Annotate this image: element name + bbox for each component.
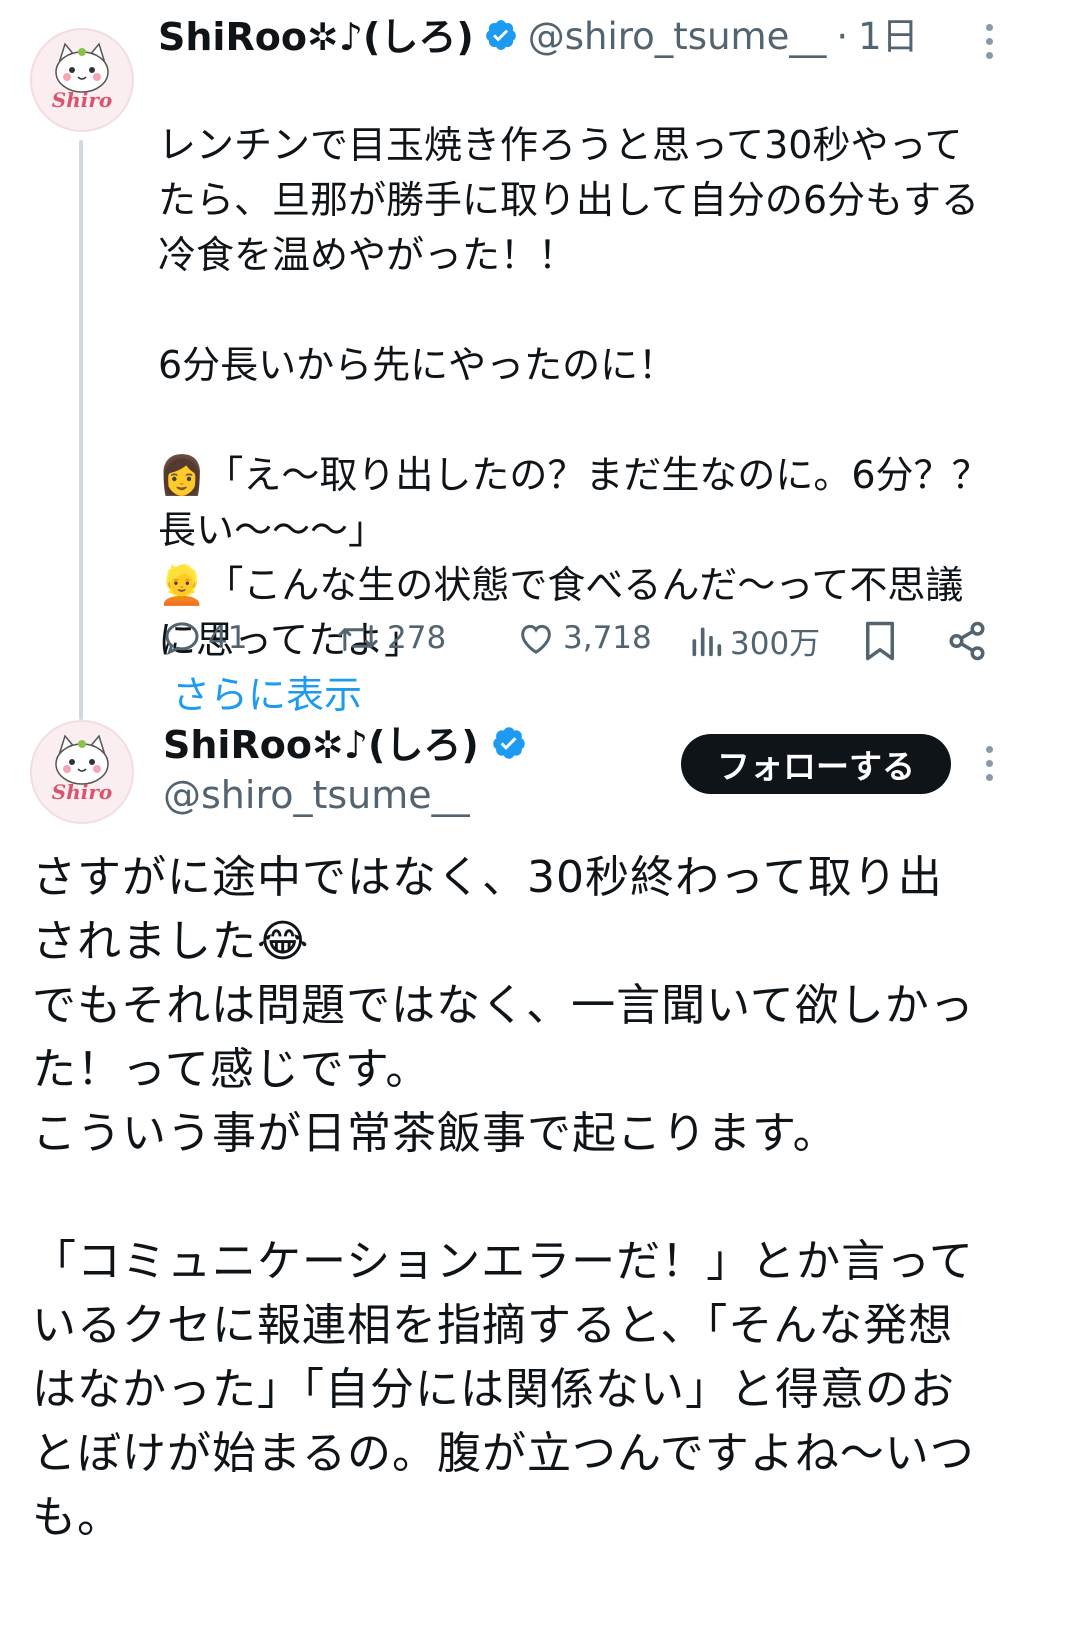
display-name[interactable]: ShiRoo✲♪(しろ) — [158, 14, 474, 60]
share-icon — [949, 621, 985, 661]
cat-avatar-icon — [34, 32, 130, 128]
more-icon[interactable] — [986, 24, 993, 59]
repost-button[interactable]: 278 — [335, 618, 446, 658]
cat-avatar-icon — [34, 724, 130, 820]
display-name[interactable]: ShiRoo✲♪(しろ) — [163, 722, 479, 768]
bookmark-button[interactable] — [862, 620, 898, 666]
more-icon[interactable] — [986, 746, 993, 781]
verified-icon — [491, 725, 527, 765]
avatar[interactable]: Shiro — [30, 720, 134, 824]
like-count: 3,718 — [563, 620, 652, 656]
avatar[interactable]: Shiro — [30, 28, 134, 132]
reply-button[interactable]: 41 — [162, 618, 247, 658]
handle[interactable]: @shiro_tsume__ — [528, 14, 827, 60]
tweet1-header: ShiRoo✲♪(しろ) @shiro_tsume__ · 1日 — [158, 14, 919, 60]
repost-icon — [338, 625, 378, 651]
avatar-label: Shiro — [51, 780, 113, 804]
follow-button[interactable]: フォローする — [681, 734, 951, 794]
like-icon — [521, 624, 551, 654]
tweet2-text: さすがに途中ではなく、30秒終わって取り出 されました😂 でもそれは問題ではなく… — [32, 852, 975, 1543]
tweet2-name-row: ShiRoo✲♪(しろ) — [163, 722, 527, 768]
tweet1-text: レンチンで目玉焼き作ろうと思って30秒やって たら、旦那が勝手に取り出して自分の… — [158, 123, 990, 662]
avatar-label: Shiro — [51, 88, 113, 112]
bookmark-icon — [866, 621, 894, 661]
timestamp[interactable]: 1日 — [858, 14, 919, 60]
separator: · — [836, 15, 849, 58]
views-button[interactable]: 300万 — [688, 618, 820, 663]
like-button[interactable]: 3,718 — [515, 618, 652, 658]
reply-count: 41 — [208, 620, 248, 656]
handle[interactable]: @shiro_tsume__ — [163, 772, 470, 818]
reply-icon — [165, 622, 199, 656]
views-icon — [692, 627, 722, 656]
view-count: 300万 — [730, 626, 821, 662]
share-button[interactable] — [946, 620, 988, 666]
repost-count: 278 — [387, 620, 447, 656]
thread-line — [79, 140, 83, 720]
verified-icon — [484, 18, 518, 56]
show-more-link[interactable]: さらに表示 — [172, 673, 362, 717]
